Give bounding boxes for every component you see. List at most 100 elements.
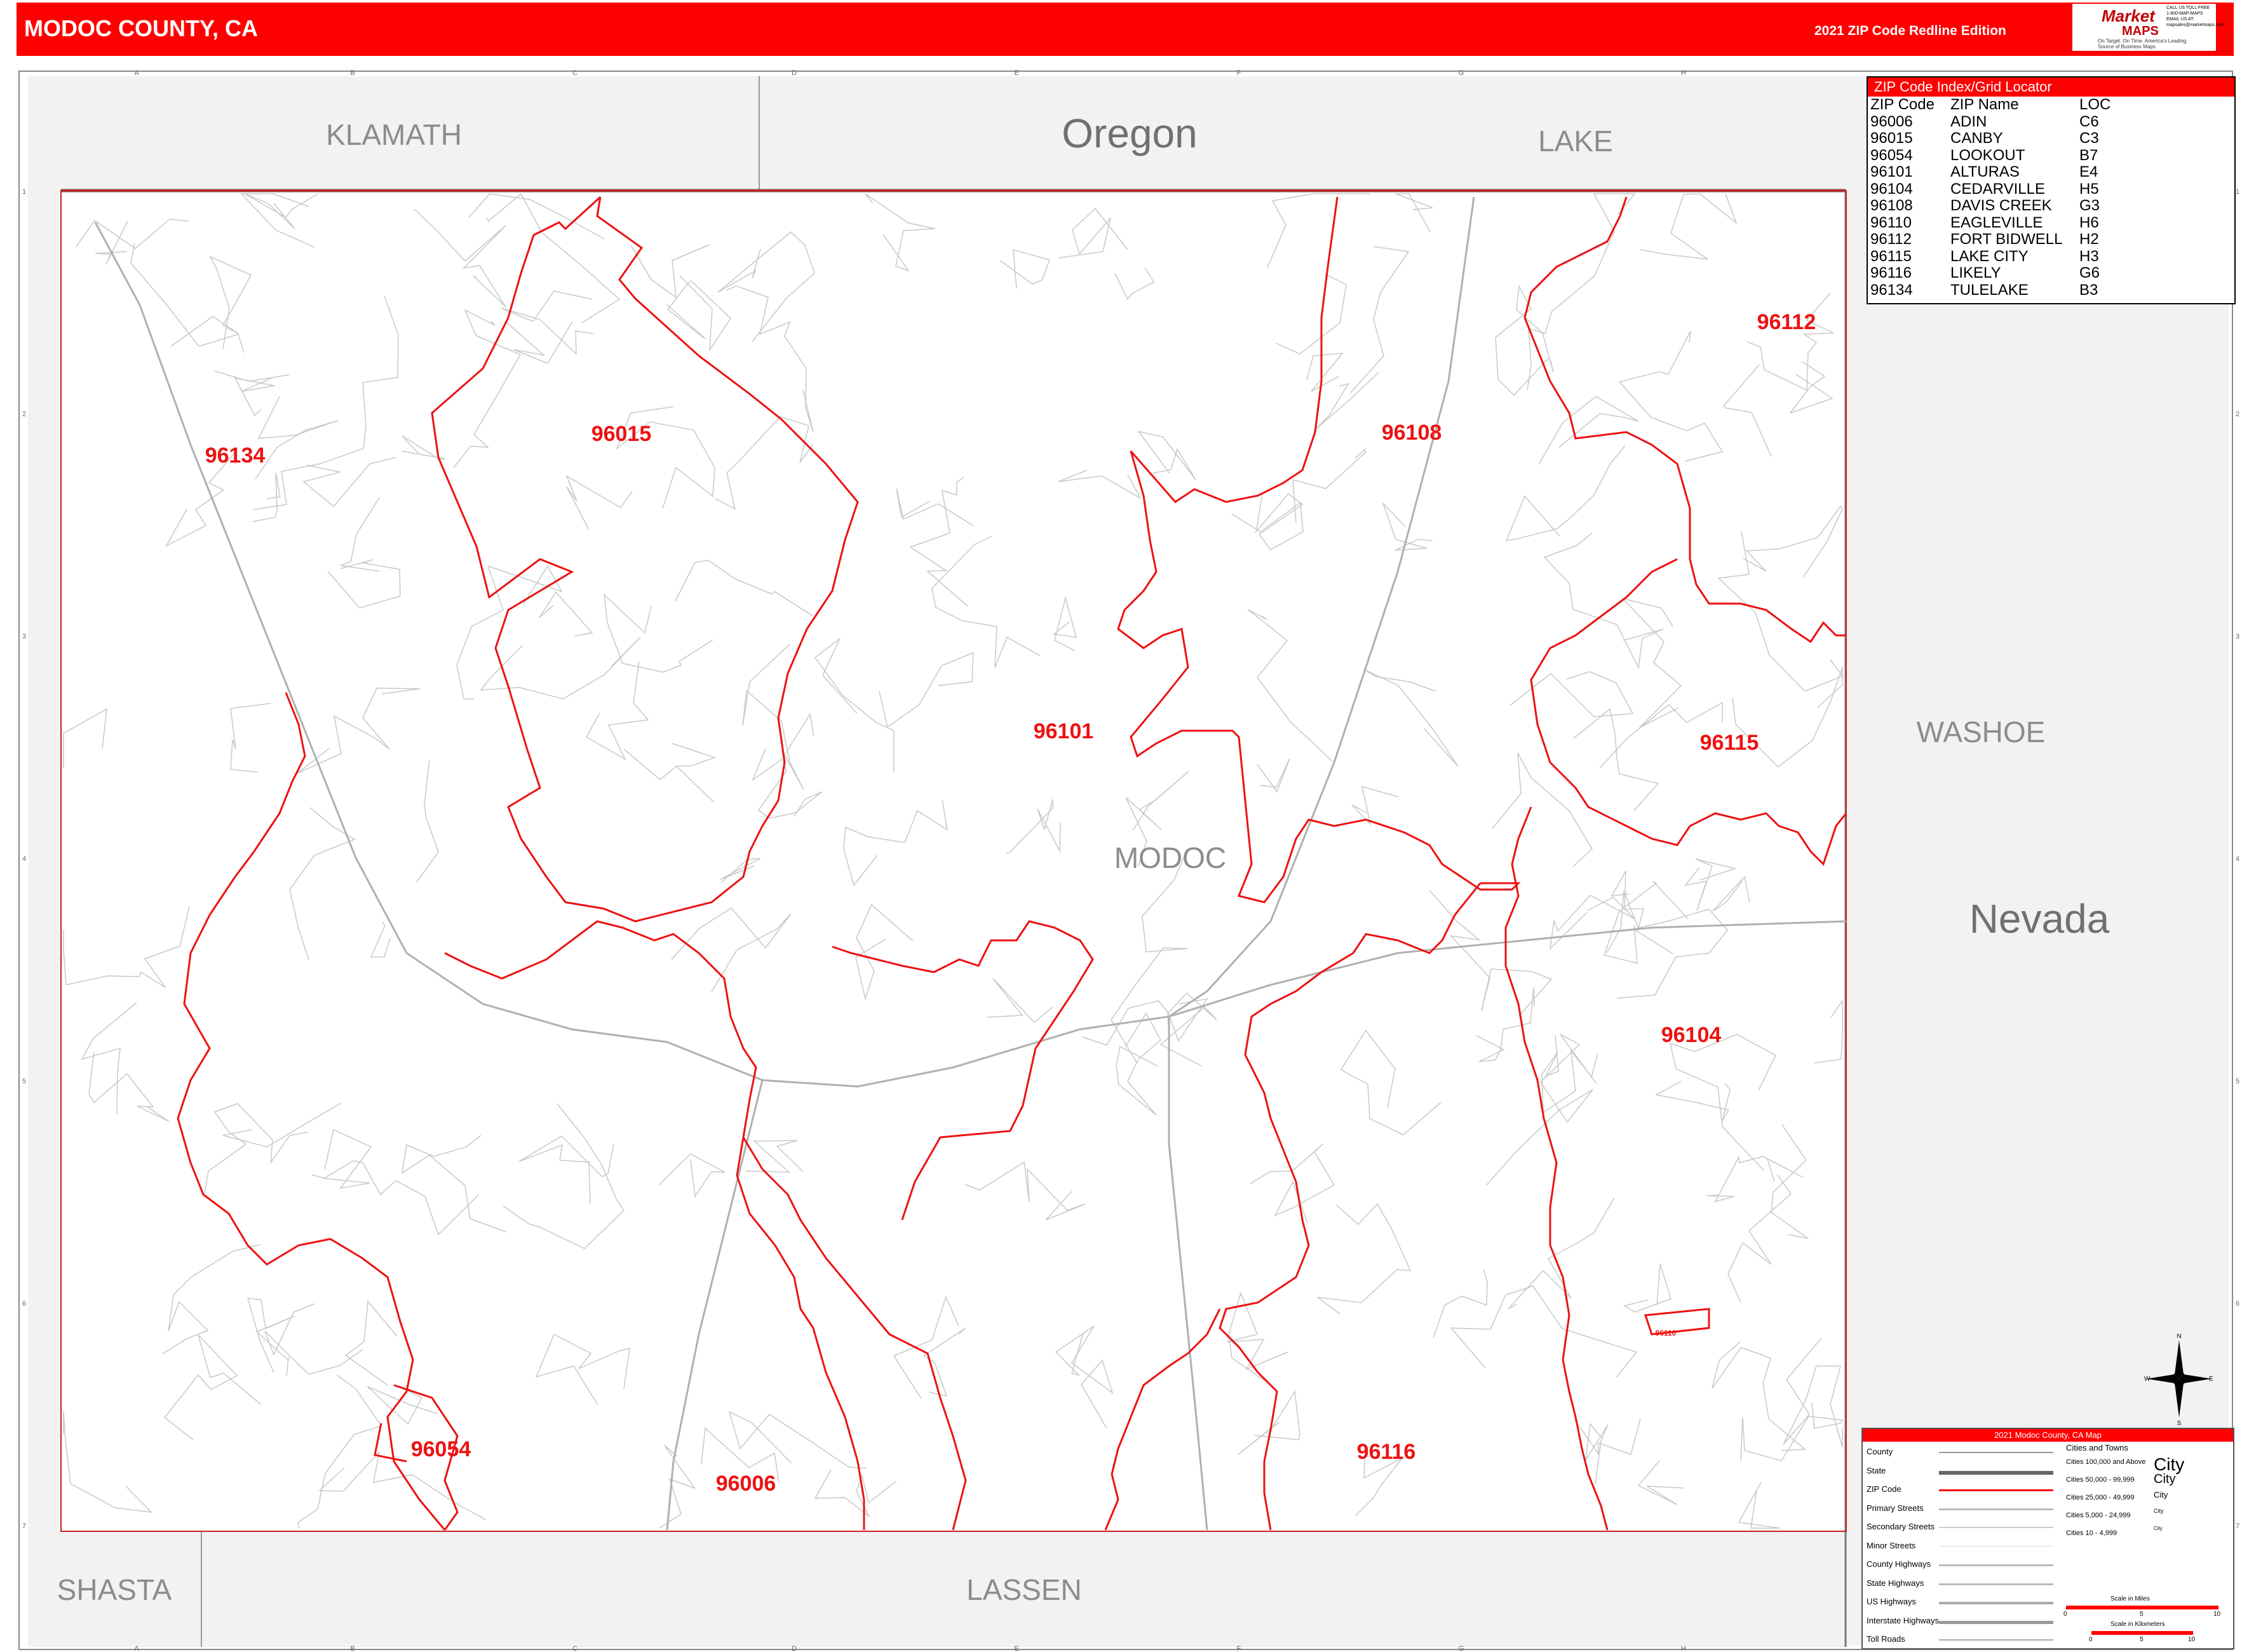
grid-row-6-right: 6	[2236, 1300, 2239, 1308]
loc-cell: B3	[2079, 281, 2098, 299]
legend-city-sample: City	[2154, 1490, 2168, 1500]
legend-swatch	[1939, 1602, 2053, 1604]
grid-col-f-top: F	[1237, 69, 1241, 77]
zip-label-96015: 96015	[591, 422, 652, 446]
region-klamath: KLAMATH	[326, 118, 462, 151]
zip-name-cell: LOOKOUT	[1950, 146, 2025, 164]
grid-col-d-top: D	[792, 69, 797, 77]
table-row: 96134 TULELAKE B3	[1870, 281, 2110, 299]
zip-label-96110: 96110	[1656, 1329, 1677, 1337]
grid-row-5-left: 5	[22, 1078, 26, 1085]
grid-row-2-left: 2	[22, 410, 26, 418]
grid-row-4-right: 4	[2236, 855, 2239, 863]
loc-cell: E4	[2079, 163, 2098, 180]
grid-col-g-bottom: G	[1459, 1645, 1464, 1652]
grid-col-d-bottom: D	[792, 1645, 797, 1652]
table-row: 96015 CANBY C3	[1870, 130, 2110, 147]
zip-name-cell: TULELAKE	[1950, 281, 2029, 299]
zip-label-96006: 96006	[716, 1472, 776, 1496]
zip-cell: 96112	[1870, 231, 1912, 248]
legend-title: 2021 Modoc County, CA Map	[1863, 1429, 2233, 1442]
legend-item: County Highways	[1867, 1559, 1931, 1569]
grid-row-5-right: 5	[2236, 1078, 2239, 1085]
scale-bar-miles	[2066, 1606, 2218, 1609]
zip-name-cell: FORT BIDWELL	[1950, 231, 2063, 248]
table-row: 96054 LOOKOUT B7	[1870, 147, 2110, 165]
zip-label-96104: 96104	[1661, 1023, 1722, 1047]
legend-item: Primary Streets	[1867, 1503, 1924, 1513]
legend-city-sample: City	[2154, 1526, 2163, 1531]
legend-city-class: Cities 5,000 - 24,999	[2066, 1512, 2131, 1519]
region-lassen: LASSEN	[966, 1573, 1082, 1606]
legend-item: Interstate Highways	[1867, 1615, 1940, 1625]
zip-name-cell: LIKELY	[1950, 264, 2001, 281]
zip-label-96134: 96134	[205, 443, 266, 468]
lassen-area	[28, 1530, 1845, 1647]
region-shasta: SHASTA	[57, 1573, 172, 1606]
loc-cell: H6	[2079, 213, 2099, 231]
compass-s: S	[2177, 1420, 2182, 1426]
zip-cell: 96015	[1870, 130, 1913, 147]
zip-name-cell: ADIN	[1950, 112, 1987, 130]
grid-row-1-left: 1	[22, 188, 26, 196]
grid-col-e-bottom: E	[1014, 1645, 1018, 1652]
grid-col-b-bottom: B	[350, 1645, 355, 1652]
loc-cell: H2	[2079, 231, 2099, 248]
legend-item: Toll Roads	[1867, 1634, 1905, 1644]
grid-col-a-top: A	[134, 69, 139, 77]
legend-swatch	[1939, 1620, 2053, 1624]
zip-name-cell: ALTURAS	[1950, 163, 2020, 180]
scale-km-tick-0: 0	[2089, 1636, 2093, 1643]
zip-name-cell: CEDARVILLE	[1950, 180, 2045, 198]
grid-col-a-bottom: A	[134, 1645, 139, 1652]
grid-col-e-top: E	[1014, 69, 1018, 77]
legend-city-sample: City	[2154, 1508, 2164, 1514]
table-row: 96115 LAKE CITY H3	[1870, 248, 2110, 266]
loc-cell: G6	[2079, 264, 2100, 281]
legend-item: Secondary Streets	[1867, 1522, 1935, 1531]
modoc-county-area	[61, 191, 1846, 1531]
grid-col-c-top: C	[572, 69, 577, 77]
grid-row-7-left: 7	[22, 1522, 26, 1530]
zip-index-header-row: ZIP Code ZIP Name LOC	[1870, 96, 2111, 114]
legend-scale-km: Scale in Kilometers	[2110, 1621, 2165, 1628]
grid-col-b-top: B	[350, 69, 355, 77]
loc-cell: G3	[2079, 197, 2100, 214]
zip-cell: 96115	[1870, 247, 1912, 265]
loc-cell: H3	[2079, 247, 2099, 265]
legend-swatch	[1939, 1564, 2053, 1566]
legend-swatch	[1939, 1489, 2053, 1491]
table-row: 96104 CEDARVILLE H5	[1870, 180, 2110, 198]
legend-item: Minor Streets	[1867, 1540, 1916, 1550]
loc-cell: B7	[2079, 146, 2098, 164]
zip-name-cell: DAVIS CREEK	[1950, 197, 2052, 214]
legend-item: US Highways	[1867, 1597, 1917, 1606]
scale-miles-tick-10: 10	[2213, 1611, 2221, 1618]
zip-label-96116: 96116	[1357, 1440, 1416, 1464]
legend-item: State Highways	[1867, 1578, 1924, 1588]
region-nevada: Nevada	[1969, 896, 2110, 942]
grid-row-3-right: 3	[2236, 633, 2239, 640]
zip-cell: 96110	[1870, 213, 1912, 231]
zip-name-cell: LAKE CITY	[1950, 247, 2029, 265]
west-margin	[28, 191, 61, 1531]
legend-city-sample: City	[2154, 1472, 2176, 1486]
legend-city-class: Cities 100,000 and Above	[2066, 1458, 2146, 1466]
legend-swatch	[1939, 1508, 2053, 1510]
zip-name-cell: EAGLEVILLE	[1950, 213, 2043, 231]
legend-city-class: Cities 10 - 4,999	[2066, 1529, 2117, 1537]
loc-cell: C6	[2079, 112, 2099, 130]
zip-cell: 96101	[1870, 163, 1913, 180]
zip-label-96115: 96115	[1700, 731, 1759, 755]
table-row: 96101 ALTURAS E4	[1870, 163, 2110, 181]
zip-label-96112: 96112	[1757, 310, 1816, 334]
zip-cell: 96116	[1870, 264, 1912, 281]
zip-cell: 96006	[1870, 112, 1913, 130]
grid-row-6-left: 6	[22, 1300, 26, 1308]
zip-cell: 96104	[1870, 180, 1913, 198]
compass-n: N	[2177, 1333, 2181, 1340]
zip-name-cell: CANBY	[1950, 130, 2003, 147]
compass-w: W	[2144, 1376, 2151, 1383]
zip-index-col-loc: LOC	[2079, 96, 2111, 113]
grid-row-2-right: 2	[2236, 410, 2239, 418]
